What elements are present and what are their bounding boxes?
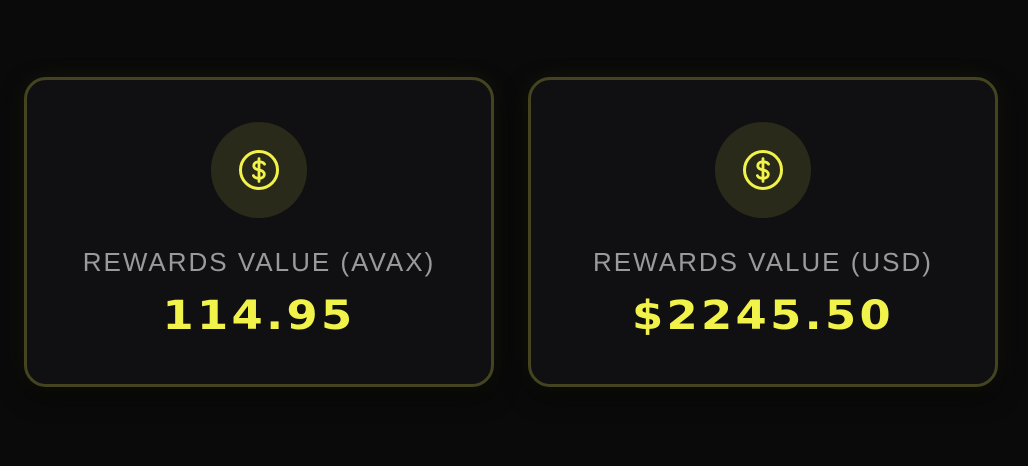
rewards-card-usd: REWARDS VALUE (USD) $2245.50 — [528, 77, 998, 387]
rewards-card-avax: REWARDS VALUE (AVAX) 114.95 — [24, 77, 494, 387]
icon-badge — [211, 122, 307, 218]
rewards-summary: REWARDS VALUE (AVAX) 114.95 REWARDS VALU… — [24, 77, 998, 387]
dollar-coin-icon — [743, 150, 783, 190]
rewards-value-amount: 114.95 — [162, 293, 356, 339]
icon-badge — [715, 122, 811, 218]
rewards-value-label: REWARDS VALUE (USD) — [593, 247, 933, 277]
rewards-value-amount: $2245.50 — [631, 293, 895, 339]
dollar-coin-icon — [239, 150, 279, 190]
rewards-value-label: REWARDS VALUE (AVAX) — [82, 247, 436, 277]
